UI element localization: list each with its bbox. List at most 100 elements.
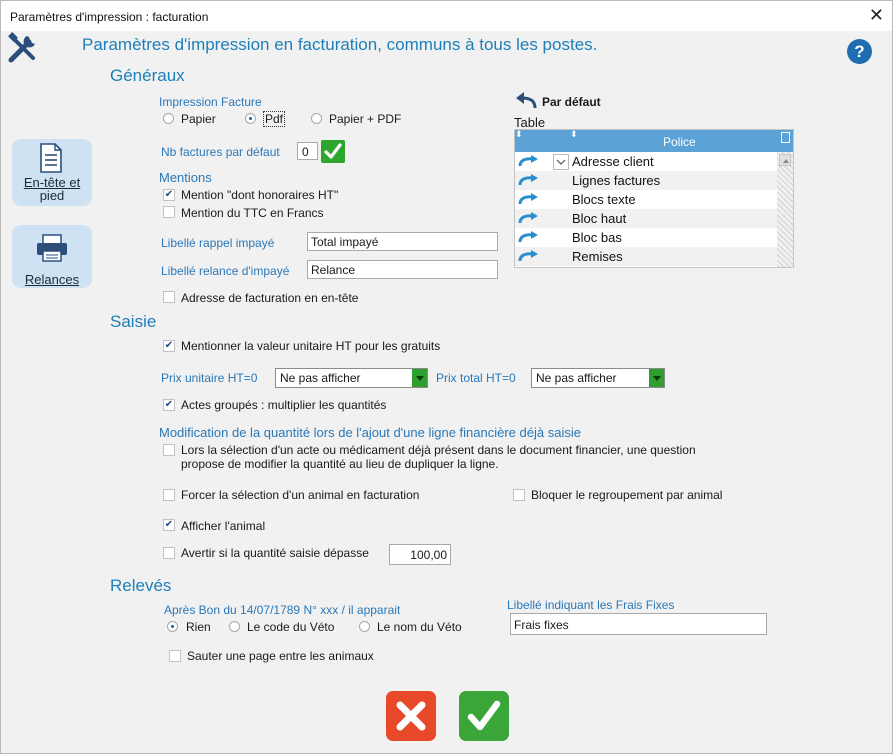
chevron-down-icon[interactable] bbox=[553, 154, 569, 170]
prix-unitaire-select[interactable]: Ne pas afficher bbox=[275, 368, 428, 388]
radio-rien[interactable] bbox=[167, 621, 178, 632]
table-scrollbar[interactable] bbox=[777, 152, 793, 267]
libelle-rappel-input[interactable]: Total impayé bbox=[307, 232, 498, 251]
cancel-button[interactable] bbox=[386, 691, 436, 741]
table-cell: Remises bbox=[572, 249, 623, 264]
table-header: ⬍ ⬍ Police bbox=[515, 130, 793, 152]
checkmark-icon bbox=[324, 143, 342, 159]
reset-arrow-icon[interactable] bbox=[518, 174, 538, 187]
help-icon: ? bbox=[854, 42, 865, 61]
par-defaut-button[interactable]: Par défaut bbox=[542, 95, 601, 109]
reset-arrow-icon[interactable] bbox=[518, 250, 538, 263]
radio-papier-label: Papier bbox=[181, 112, 216, 126]
valeur-unitaire-checkbox[interactable]: ✔ bbox=[163, 340, 175, 352]
sauter-page-label: Sauter une page entre les animaux bbox=[187, 649, 374, 663]
mention-ttc-checkbox[interactable] bbox=[163, 206, 175, 218]
radio-nom-veto-label: Le nom du Véto bbox=[377, 620, 462, 634]
reset-arrow-icon[interactable] bbox=[518, 193, 538, 206]
table-row[interactable]: Bloc bas bbox=[515, 228, 777, 247]
actes-groupes-label: Actes groupés : multiplier les quantités bbox=[181, 398, 387, 412]
libelle-relance-input[interactable]: Relance bbox=[307, 260, 498, 279]
sort-icon[interactable]: ⬍ bbox=[570, 130, 578, 140]
table-row[interactable]: Lignes factures bbox=[515, 171, 777, 190]
section-releves-heading: Relevés bbox=[110, 576, 172, 595]
sauter-page-checkbox[interactable] bbox=[169, 650, 181, 662]
printer-icon bbox=[37, 234, 67, 262]
table-cell: Bloc bas bbox=[572, 230, 622, 245]
ok-button[interactable] bbox=[459, 691, 509, 741]
undo-arrow-icon[interactable] bbox=[515, 92, 537, 110]
frais-fixes-input[interactable]: Frais fixes bbox=[510, 613, 767, 635]
prix-total-select[interactable]: Ne pas afficher bbox=[531, 368, 665, 388]
column-chooser-icon[interactable] bbox=[781, 132, 790, 143]
modification-checkbox[interactable] bbox=[163, 444, 175, 456]
radio-papier-pdf[interactable] bbox=[311, 113, 322, 124]
sidebar-item-relances[interactable]: Relances bbox=[12, 225, 92, 288]
forcer-selection-checkbox[interactable] bbox=[163, 489, 175, 501]
reset-arrow-icon[interactable] bbox=[518, 212, 538, 225]
prix-unitaire-value: Ne pas afficher bbox=[280, 371, 361, 385]
sidebar-item-label: En-tête et pied bbox=[23, 175, 81, 203]
window-title: Paramètres d'impression : facturation bbox=[10, 10, 209, 24]
close-button[interactable]: ✕ bbox=[869, 5, 884, 26]
nb-factures-validate-button[interactable] bbox=[321, 140, 345, 163]
mention-honoraires-checkbox[interactable]: ✔ bbox=[163, 189, 175, 201]
libelle-relance-label: Libellé relance d'impayé bbox=[161, 264, 290, 278]
sidebar-item-entete-pied[interactable]: En-tête et pied bbox=[12, 139, 92, 206]
dropdown-arrow-icon[interactable] bbox=[412, 369, 427, 387]
afficher-animal-checkbox[interactable]: ✔ bbox=[163, 519, 175, 531]
table-cell: Blocs texte bbox=[572, 192, 636, 207]
dialog-window: Paramètres d'impression : facturation ✕ … bbox=[0, 0, 893, 754]
prix-total-value: Ne pas afficher bbox=[536, 371, 617, 385]
table-row[interactable]: Blocs texte bbox=[515, 190, 777, 209]
help-button[interactable]: ? bbox=[847, 39, 872, 64]
tools-icon bbox=[8, 32, 35, 63]
libelle-rappel-label: Libellé rappel impayé bbox=[161, 236, 275, 250]
table-label: Table bbox=[514, 115, 546, 130]
bloquer-regroupement-checkbox[interactable] bbox=[513, 489, 525, 501]
avertir-quantite-input[interactable]: 100,00 bbox=[389, 544, 451, 565]
table-cell: Adresse client bbox=[572, 154, 654, 169]
dropdown-arrow-icon[interactable] bbox=[649, 369, 664, 387]
radio-nom-veto[interactable] bbox=[359, 621, 370, 632]
column-header-police[interactable]: Police bbox=[663, 135, 696, 149]
radio-pdf[interactable] bbox=[245, 113, 256, 124]
radio-papier-pdf-label: Papier + PDF bbox=[329, 112, 402, 126]
adresse-entete-checkbox[interactable] bbox=[163, 291, 175, 303]
close-icon bbox=[396, 701, 426, 731]
title-bar: Paramètres d'impression : facturation ✕ bbox=[1, 1, 892, 31]
sort-icon[interactable]: ⬍ bbox=[515, 130, 523, 140]
table-row[interactable]: Adresse client bbox=[515, 152, 777, 171]
adresse-entete-label: Adresse de facturation en en-tête bbox=[181, 291, 359, 305]
reset-arrow-icon[interactable] bbox=[518, 231, 538, 244]
avertir-checkbox[interactable] bbox=[163, 547, 175, 559]
nb-factures-label: Nb factures par défaut bbox=[161, 145, 280, 159]
table-row[interactable]: Bloc haut bbox=[515, 209, 777, 228]
mentions-label: Mentions bbox=[159, 170, 212, 185]
afficher-animal-label: Afficher l'animal bbox=[181, 519, 266, 533]
mention-honoraires-label: Mention "dont honoraires HT" bbox=[181, 188, 339, 202]
radio-code-veto[interactable] bbox=[229, 621, 240, 632]
scroll-up-button[interactable] bbox=[779, 154, 791, 166]
table-row[interactable]: Remises bbox=[515, 247, 777, 266]
avertir-label: Avertir si la quantité saisie dépasse bbox=[181, 546, 369, 560]
radio-rien-label: Rien bbox=[186, 620, 211, 634]
forcer-selection-label: Forcer la sélection d'un animal en factu… bbox=[181, 488, 420, 502]
mention-ttc-label: Mention du TTC en Francs bbox=[181, 206, 324, 220]
modification-label: Lors la sélection d'un acte ou médicamen… bbox=[181, 443, 696, 471]
page-title: Paramètres d'impression en facturation, … bbox=[82, 35, 598, 54]
apres-bon-label: Après Bon du 14/07/1789 N° xxx / il appa… bbox=[164, 603, 401, 617]
radio-papier[interactable] bbox=[163, 113, 174, 124]
table-cell: Lignes factures bbox=[572, 173, 661, 188]
reset-arrow-icon[interactable] bbox=[518, 155, 538, 168]
prix-total-label: Prix total HT=0 bbox=[436, 371, 516, 385]
checkmark-icon bbox=[467, 700, 501, 731]
table-cell: Bloc haut bbox=[572, 211, 627, 226]
frais-fixes-label: Libellé indiquant les Frais Fixes bbox=[507, 598, 675, 612]
impression-facture-label: Impression Facture bbox=[159, 95, 262, 109]
prix-unitaire-label: Prix unitaire HT=0 bbox=[161, 371, 258, 385]
document-icon bbox=[40, 143, 62, 173]
actes-groupes-checkbox[interactable]: ✔ bbox=[163, 399, 175, 411]
nb-factures-input[interactable]: 0 bbox=[297, 142, 318, 160]
valeur-unitaire-label: Mentionner la valeur unitaire HT pour le… bbox=[181, 339, 441, 353]
